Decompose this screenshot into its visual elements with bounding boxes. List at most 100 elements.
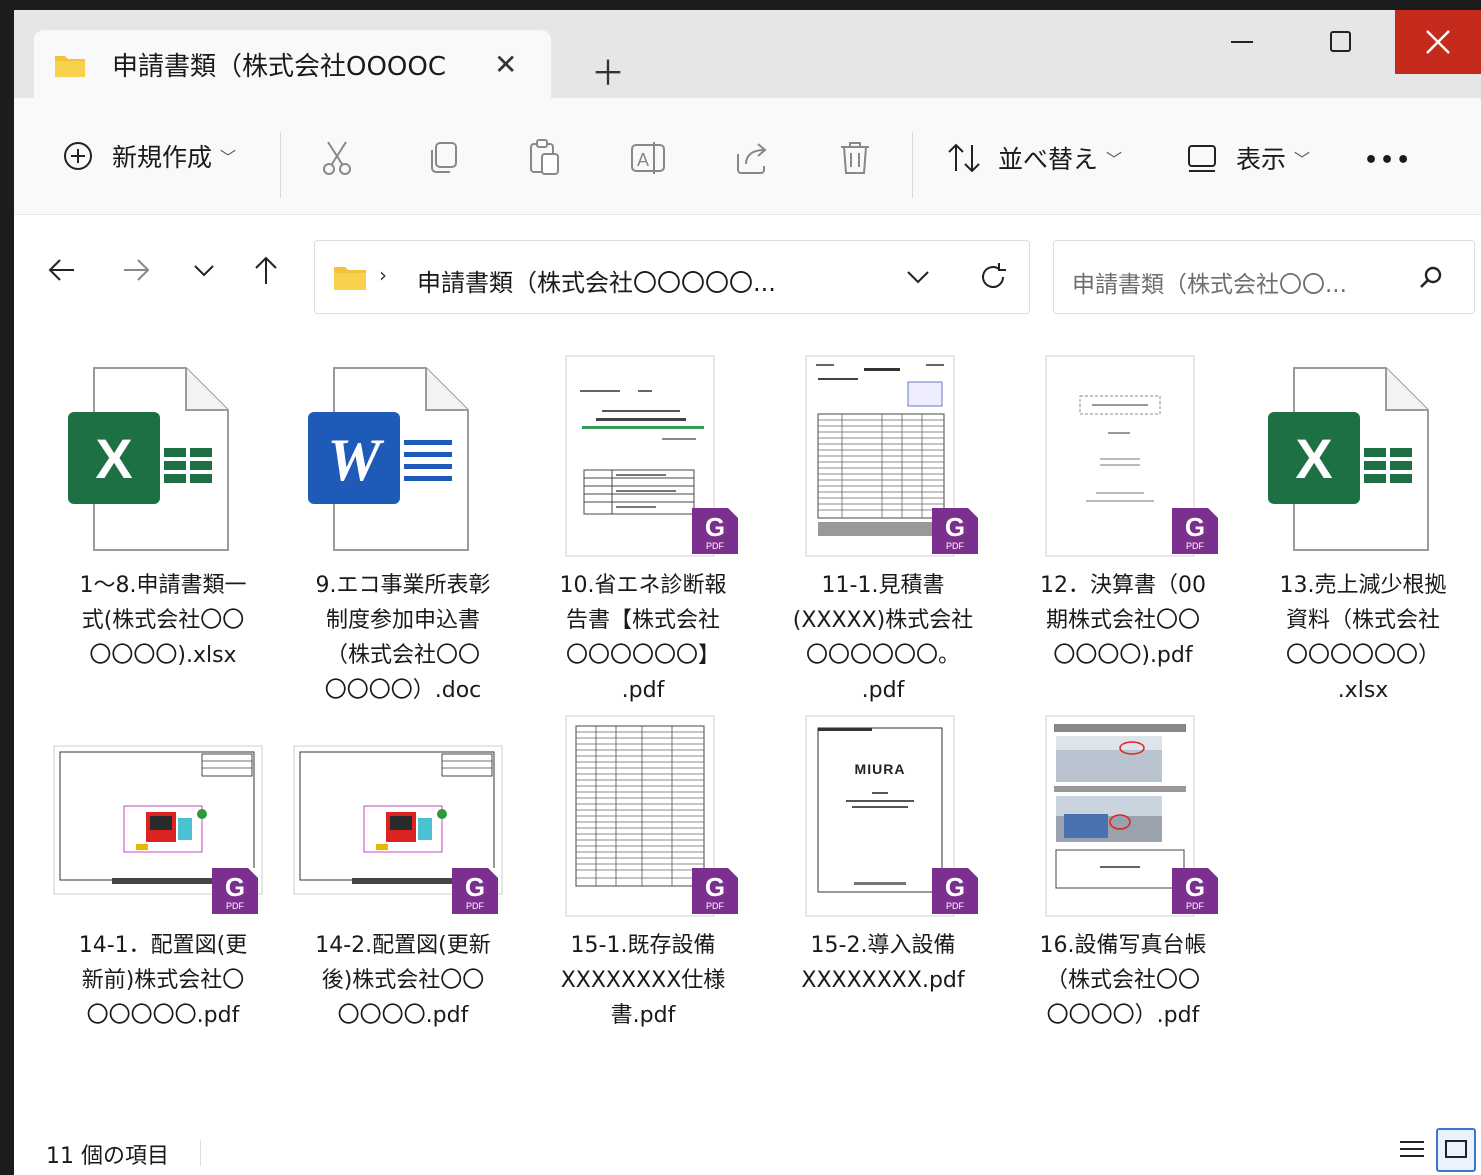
tab-title: 申請書類（株式会社OOOOC — [112, 51, 447, 82]
back-button[interactable] — [46, 254, 78, 290]
rename-button[interactable]: A — [630, 140, 668, 176]
search-box[interactable]: 申請書類（株式会社〇〇... — [1053, 240, 1475, 314]
file-item[interactable]: G PDF 14-2.配置図(更新 後)株式会社〇〇 〇〇〇〇.pdf — [292, 708, 514, 1068]
file-name: 1～8.申請書類一 式(株式会社〇〇 〇〇〇〇).xlsx — [79, 573, 247, 668]
pdf-badge-label: PDF — [706, 901, 725, 911]
file-item[interactable]: G PDF 11-1.見積書 (XXXXX)株式会社 〇〇〇〇〇〇。 .pdf — [772, 348, 994, 708]
arrow-right-icon — [124, 259, 150, 281]
file-item[interactable]: G PDF 15-1.既存設備 XXXXXXXX仕様 書.pdf — [532, 708, 754, 1068]
close-tab-icon[interactable]: ✕ — [494, 48, 517, 81]
forward-button[interactable] — [120, 254, 152, 290]
more-options-button[interactable]: ••• — [1364, 148, 1412, 173]
pdf-thumbnail: G PDF — [52, 708, 274, 924]
new-label: 新規作成 — [112, 143, 213, 172]
arrow-up-icon — [255, 256, 277, 284]
svg-text:G: G — [225, 872, 245, 902]
address-dropdown-button[interactable] — [905, 267, 931, 291]
cut-button[interactable] — [320, 140, 354, 176]
file-item[interactable]: G PDF 16.設備写真台帳 （株式会社〇〇 〇〇〇〇）.pdf — [1012, 708, 1234, 1068]
file-name: 15-2.導入設備 XXXXXXXX.pdf — [801, 933, 965, 993]
pdf-badge-label: PDF — [1186, 541, 1205, 551]
svg-text:G: G — [705, 872, 725, 902]
recent-locations-button[interactable] — [192, 260, 216, 284]
pdf-badge-label: PDF — [946, 901, 965, 911]
file-name: 13.売上減少根拠 資料（株式会社 〇〇〇〇〇〇） .xlsx — [1279, 573, 1447, 703]
divider — [912, 132, 913, 198]
navigation-bar: › 申請書類（株式会社〇〇〇〇〇... 申請書類（株式会社〇〇... — [14, 216, 1481, 336]
file-name: 12．決算書（00 期株式会社〇〇 〇〇〇〇).pdf — [1040, 573, 1206, 668]
pdf-thumbnail: G PDF — [1012, 348, 1234, 564]
pdf-badge-label: PDF — [946, 541, 965, 551]
sort-button[interactable]: 並べ替え ﹀ — [946, 140, 1122, 176]
excel-file-icon: X — [1252, 348, 1474, 564]
file-item[interactable]: G PDF 12．決算書（00 期株式会社〇〇 〇〇〇〇).pdf — [1012, 348, 1234, 708]
file-item[interactable]: X 13.売上減少根拠 資料（株式会社 〇〇〇〇〇〇） .xlsx — [1252, 348, 1474, 708]
tab-current-folder[interactable]: 申請書類（株式会社OOOOC ✕ — [34, 30, 551, 98]
file-name: 11-1.見積書 (XXXXX)株式会社 〇〇〇〇〇〇。 .pdf — [792, 573, 974, 703]
trash-icon — [841, 142, 869, 174]
file-item[interactable]: X 1～8.申請書類一 式(株式会社〇〇 〇〇〇〇).xlsx — [52, 348, 274, 708]
pdf-thumbnail: G PDF — [532, 348, 754, 564]
chevron-down-icon — [907, 271, 929, 284]
pdf-thumbnail: G PDF — [532, 708, 754, 924]
maximize-button[interactable] — [1298, 10, 1384, 74]
file-name: 14-1．配置図(更 新前)株式会社〇 〇〇〇〇〇.pdf — [78, 933, 248, 1028]
paste-button[interactable] — [528, 138, 562, 176]
folder-icon — [54, 52, 86, 77]
delete-button[interactable] — [838, 140, 872, 176]
breadcrumb[interactable]: 申請書類（株式会社〇〇〇〇〇... — [417, 263, 776, 298]
svg-text:G: G — [945, 512, 965, 542]
svg-text:G: G — [945, 872, 965, 902]
sort-label: 並べ替え — [998, 145, 1099, 174]
pdf-thumbnail: G PDF — [772, 348, 994, 564]
file-explorer-window: 申請書類（株式会社OOOOC ✕ ＋ 新規作成 ﹀ A 並べ替え ﹀ 表示 ﹀ … — [14, 10, 1481, 1175]
divider — [200, 1140, 201, 1166]
clipboard-icon — [530, 139, 559, 175]
file-name: 9.エコ事業所表彰 制度参加申込書 （株式会社〇〇 〇〇〇〇）.doc — [315, 573, 491, 703]
refresh-button[interactable] — [977, 261, 1009, 297]
svg-text:G: G — [705, 512, 725, 542]
list-view-icon — [1400, 1141, 1424, 1157]
minimize-button[interactable] — [1200, 10, 1286, 74]
chevron-down-icon — [194, 265, 214, 277]
pdf-thumbnail: G PDF — [292, 708, 514, 924]
more-icon: ••• — [1364, 148, 1413, 173]
file-name: 16.設備写真台帳 （株式会社〇〇 〇〇〇〇）.pdf — [1039, 933, 1207, 1028]
chevron-down-icon: ﹀ — [1106, 150, 1123, 169]
svg-text:G: G — [1185, 512, 1205, 542]
new-button[interactable]: 新規作成 ﹀ — [62, 138, 236, 174]
new-tab-button[interactable]: ＋ — [591, 46, 625, 95]
divider — [280, 132, 281, 198]
rename-icon: A — [631, 142, 665, 174]
file-item[interactable]: G PDF 10.省エネ診断報 告書【株式会社 〇〇〇〇〇〇】 .pdf — [532, 348, 754, 708]
share-button[interactable] — [734, 140, 770, 176]
close-window-button[interactable] — [1395, 10, 1481, 74]
view-button[interactable]: 表示 ﹀ — [1186, 140, 1310, 176]
pdf-badge-label: PDF — [466, 901, 485, 911]
file-item[interactable]: W 9.エコ事業所表彰 制度参加申込書 （株式会社〇〇 〇〇〇〇）.doc — [292, 348, 514, 708]
file-item[interactable]: G PDF 14-1．配置図(更 新前)株式会社〇 〇〇〇〇〇.pdf — [52, 708, 274, 1068]
svg-text:A: A — [637, 150, 649, 170]
chevron-down-icon: ﹀ — [220, 148, 237, 167]
large-icons-view-button[interactable] — [1436, 1128, 1476, 1172]
plus-circle-icon — [64, 142, 92, 170]
file-name: 10.省エネ診断報 告書【株式会社 〇〇〇〇〇〇】 .pdf — [559, 573, 727, 703]
word-file-icon: W — [292, 348, 514, 564]
folder-icon — [333, 263, 367, 295]
pdf-badge-label: PDF — [226, 901, 245, 911]
pdf-thumbnail: G PDF — [1012, 708, 1234, 924]
file-item[interactable]: MIURA G PDF 15-2.導入設備 XXXXXXXX.pdf — [772, 708, 994, 1068]
copy-button[interactable] — [426, 140, 460, 176]
search-input[interactable]: 申請書類（株式会社〇〇... — [1072, 265, 1347, 299]
word-letter: W — [327, 427, 384, 493]
chevron-down-icon: ﹀ — [1294, 150, 1311, 169]
item-count: 11 個の項目 — [46, 1144, 169, 1169]
details-view-button[interactable] — [1392, 1128, 1432, 1172]
svg-text:G: G — [465, 872, 485, 902]
up-button[interactable] — [250, 254, 282, 290]
sort-icon — [948, 143, 980, 173]
address-bar[interactable]: › 申請書類（株式会社〇〇〇〇〇... — [314, 240, 1030, 314]
share-icon — [737, 143, 767, 174]
tiles-view-icon — [1445, 1140, 1467, 1158]
miura-logo: MIURA — [855, 761, 906, 777]
